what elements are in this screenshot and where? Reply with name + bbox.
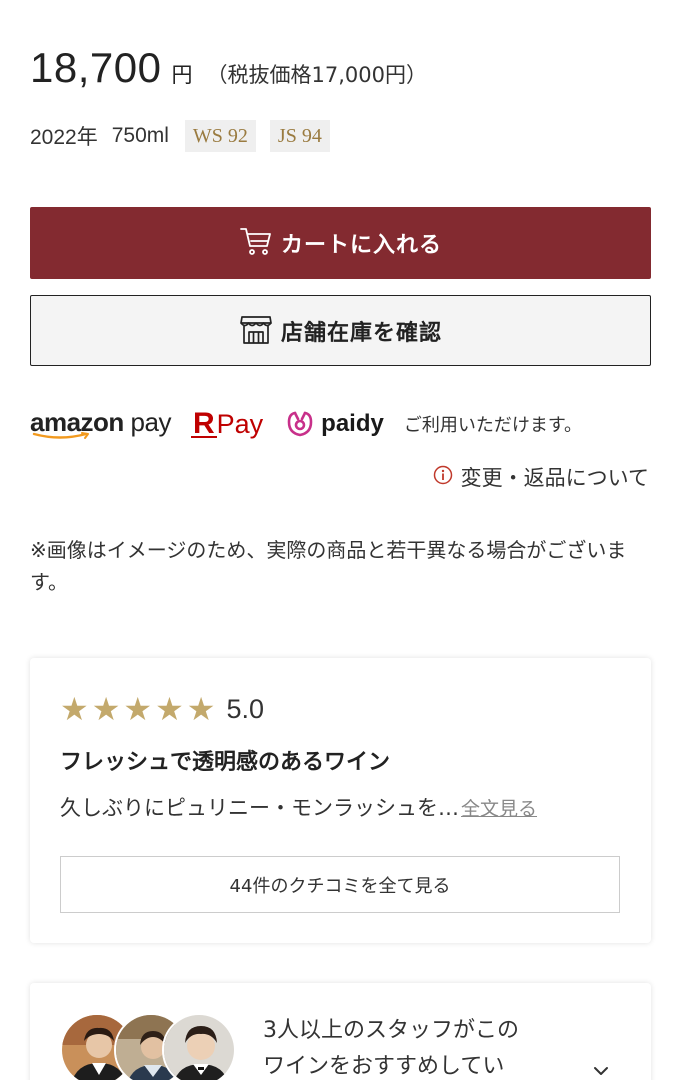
add-to-cart-button[interactable]: カートに入れる — [30, 207, 651, 279]
rakuten-pay-logo: R Pay — [190, 407, 264, 440]
score-badge-js: JS 94 — [269, 120, 330, 152]
staff-text-line-2: ワインをおすすめしてい — [263, 1054, 505, 1079]
info-icon — [433, 465, 453, 489]
star-icon: ★ — [60, 690, 89, 728]
staff-text-line-1: 3人以上のスタッフがこの — [263, 1018, 519, 1043]
review-card: ★ ★ ★ ★ ★ 5.0 フレッシュで透明感のあるワイン 久しぶりにピュリニー… — [30, 658, 651, 943]
price-excluding-tax: （税抜価格17,000円） — [206, 63, 427, 87]
check-store-stock-label: 店舗在庫を確認 — [280, 320, 442, 346]
return-policy-link[interactable]: 変更・返品について — [433, 462, 649, 492]
view-all-reviews-button[interactable]: 44件のクチコミを全て見る — [60, 856, 620, 913]
review-excerpt-row: 久しぶりにピュリニー・モンラッシュを… 全文見る — [60, 792, 537, 822]
rating-stars: ★ ★ ★ ★ ★ 5.0 — [60, 693, 264, 725]
star-icon: ★ — [91, 690, 121, 728]
staff-recommendation-text: 3人以上のスタッフがこの ワインをおすすめしてい — [263, 1013, 519, 1080]
score-badge-ws: WS 92 — [184, 120, 256, 152]
review-title: フレッシュで透明感のあるワイン — [60, 750, 391, 775]
rating-value: 5.0 — [226, 693, 264, 724]
volume: 750ml — [111, 124, 169, 147]
chevron-down-icon[interactable] — [590, 1063, 612, 1080]
cart-icon — [239, 225, 273, 261]
staff-avatar — [162, 1013, 236, 1080]
review-excerpt: 久しぶりにピュリニー・モンラッシュを… — [60, 796, 459, 820]
star-icon: ★ — [123, 690, 153, 728]
price-amount: 18,700 — [30, 44, 162, 91]
price-row: 18,700 円 （税抜価格17,000円） — [30, 44, 427, 92]
payment-note: ご利用いただけます。 — [403, 415, 583, 436]
price-currency: 円 — [171, 63, 193, 87]
staff-recommendation-card[interactable]: 3人以上のスタッフがこの ワインをおすすめしてい — [30, 983, 651, 1080]
return-policy-label: 変更・返品について — [460, 466, 649, 490]
add-to-cart-label: カートに入れる — [280, 233, 442, 258]
star-icon: ★ — [186, 690, 216, 728]
amazon-pay-logo: amazon pay — [30, 407, 171, 439]
image-disclaimer: ※画像はイメージのため、実際の商品と若干異なる場合がございます。 — [30, 538, 627, 594]
product-meta: 2022年 750ml WS 92 JS 94 — [30, 120, 342, 152]
star-icon: ★ — [155, 690, 184, 728]
vintage: 2022年 — [30, 126, 98, 149]
payment-methods: amazon pay R Pay paidy ご利用いただけます。 — [30, 404, 655, 444]
check-store-stock-button[interactable]: 店舗在庫を確認 — [30, 295, 651, 366]
product-page: 18,700 円 （税抜価格17,000円） 2022年 750ml WS 92… — [0, 0, 681, 1080]
read-full-review-link[interactable]: 全文見る — [461, 794, 537, 821]
staff-avatars — [60, 1013, 240, 1080]
store-icon — [239, 313, 273, 349]
paidy-logo: paidy — [285, 409, 384, 439]
